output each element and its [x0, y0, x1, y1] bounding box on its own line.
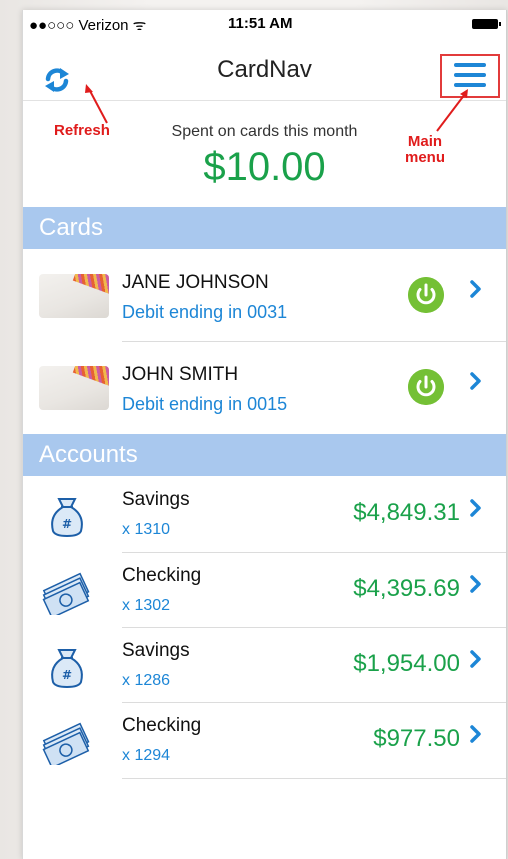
account-name: Checking: [122, 715, 202, 736]
card-image: [39, 274, 109, 318]
account-number: x 1286: [122, 672, 171, 689]
chevron-right-icon[interactable]: [470, 499, 482, 517]
money-bag-icon: #: [51, 649, 83, 689]
chevron-right-icon[interactable]: [470, 725, 482, 743]
card-detail: Debit ending in 0015: [122, 394, 288, 414]
row-divider: [122, 778, 506, 779]
account-number: x 1294: [122, 747, 171, 764]
account-row[interactable]: Checking x 1294 $977.50: [23, 703, 506, 778]
spend-amount: $10.00: [203, 145, 326, 189]
accounts-section-header: Accounts: [23, 434, 506, 476]
cash-stack-icon: [42, 722, 90, 765]
chevron-right-icon[interactable]: [470, 372, 482, 390]
account-balance: $4,395.69: [353, 575, 460, 602]
card-holder-name: JANE JOHNSON: [122, 272, 269, 293]
account-row[interactable]: Checking x 1302 $4,395.69: [23, 553, 506, 628]
account-balance: $977.50: [373, 725, 460, 752]
card-holder-name: JOHN SMITH: [122, 364, 239, 385]
account-number: x 1310: [122, 521, 171, 538]
monthly-spend-summary: Spent on cards this month $10.00: [23, 101, 506, 206]
account-name: Savings: [122, 640, 190, 661]
svg-text:#: #: [62, 517, 72, 531]
account-name: Checking: [122, 565, 202, 586]
account-balance: $4,849.31: [353, 499, 460, 526]
svg-text:#: #: [62, 668, 72, 682]
cards-section-header: Cards: [23, 207, 506, 249]
account-number: x 1302: [122, 597, 171, 614]
account-row[interactable]: # Savings x 1310 $4,849.31: [23, 477, 506, 552]
power-toggle-icon[interactable]: [408, 277, 444, 313]
chevron-right-icon[interactable]: [470, 650, 482, 668]
card-row[interactable]: JANE JOHNSON Debit ending in 0031: [23, 250, 506, 340]
chevron-right-icon[interactable]: [470, 575, 482, 593]
card-row[interactable]: JOHN SMITH Debit ending in 0015: [23, 342, 506, 432]
account-row[interactable]: # Savings x 1286 $1,954.00: [23, 628, 506, 703]
money-bag-icon: #: [51, 498, 83, 538]
account-balance: $1,954.00: [353, 650, 460, 677]
chevron-right-icon[interactable]: [470, 280, 482, 298]
card-image: [39, 366, 109, 410]
card-detail: Debit ending in 0031: [122, 302, 288, 322]
account-name: Savings: [122, 489, 190, 510]
cash-stack-icon: [42, 572, 90, 615]
spend-label: Spent on cards this month: [171, 123, 358, 140]
power-toggle-icon[interactable]: [408, 369, 444, 405]
phone-screen: ●●○○○ Verizon ᯤ 11:51 AM CardNav Refresh…: [22, 10, 507, 859]
